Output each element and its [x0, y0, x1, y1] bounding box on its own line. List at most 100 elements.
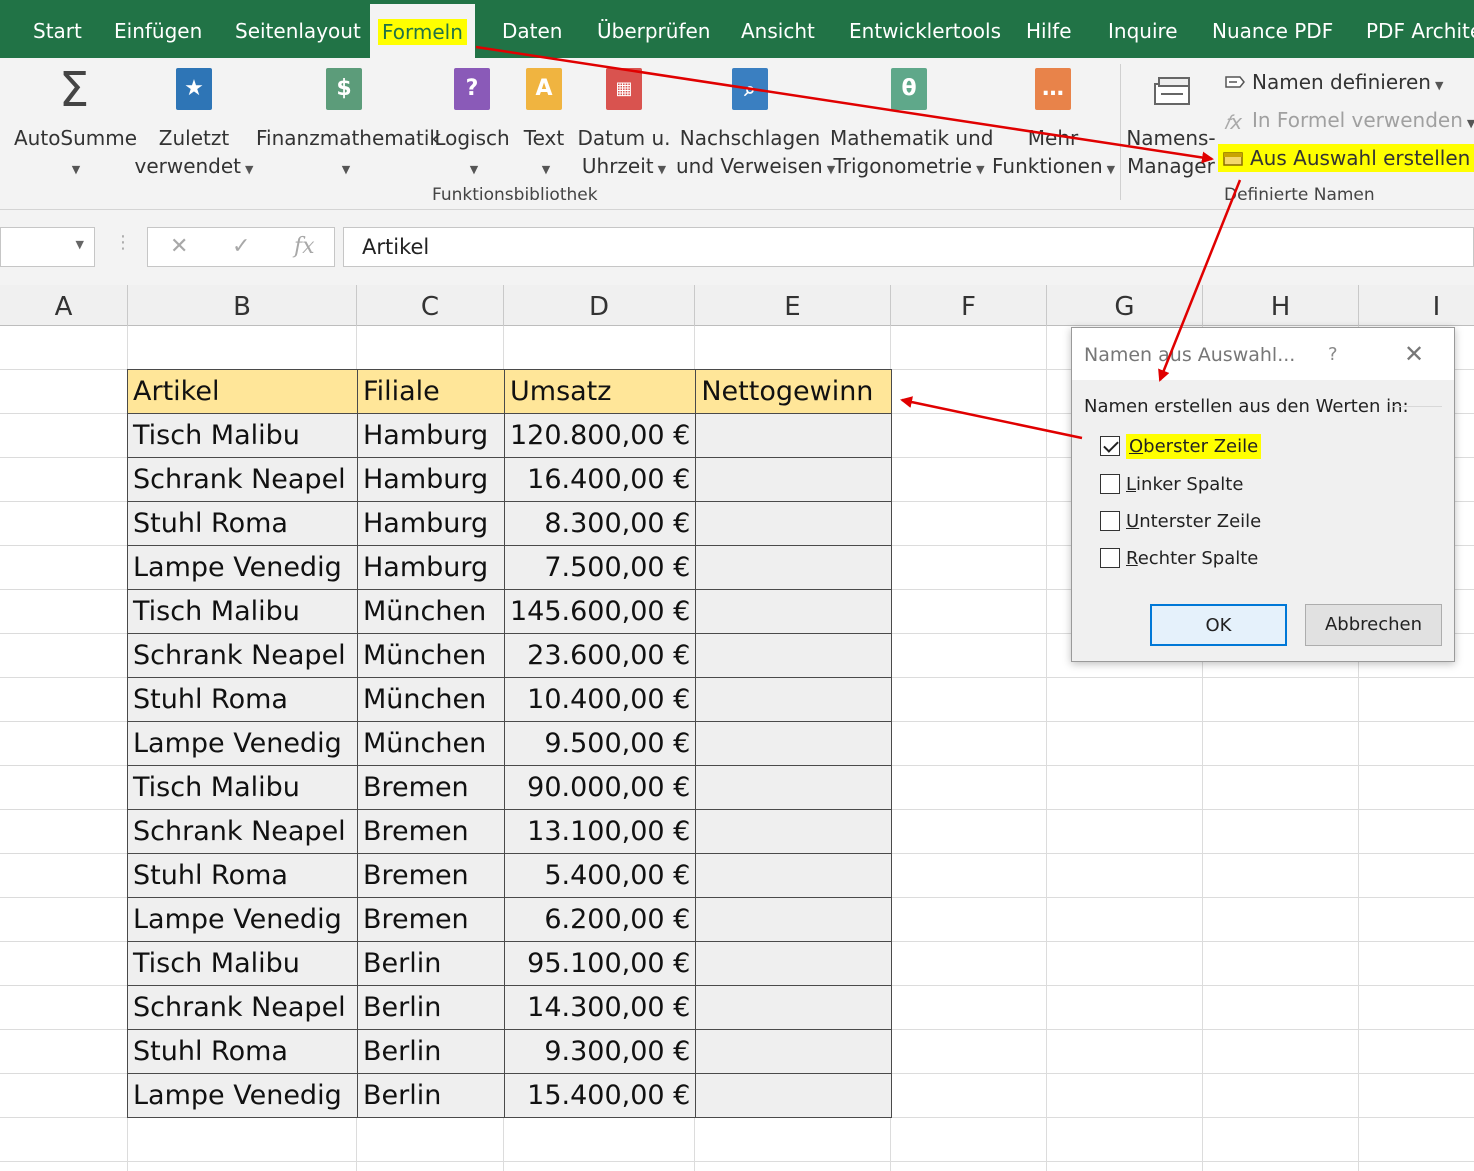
column-header-c[interactable]: C [357, 285, 504, 326]
cell-nettogewinn[interactable] [695, 853, 893, 898]
cell-umsatz[interactable]: 23.600,00 € [503, 633, 697, 678]
cell-nettogewinn[interactable] [695, 765, 893, 810]
namen-definieren-button[interactable]: Namen definieren ▼ [1224, 70, 1443, 94]
cell-filiale[interactable]: Hamburg [357, 545, 505, 590]
mehr-funktionen-button[interactable]: … Mehr Funktionen ▼ [992, 58, 1115, 188]
column-header-e[interactable]: E [695, 285, 891, 326]
cell-nettogewinn[interactable] [695, 721, 893, 766]
option-oberster-zeile[interactable]: Oberster Zeile [1100, 434, 1262, 459]
cell-umsatz[interactable]: 8.300,00 € [503, 501, 697, 546]
autosumme-button[interactable]: Σ AutoSumme ▼ [14, 58, 137, 188]
ok-button[interactable]: OK [1150, 604, 1287, 646]
cell-artikel[interactable]: Schrank Neapel [127, 457, 358, 502]
zuletzt-verwendet-button[interactable]: ★ Zuletzt verwendet ▼ [134, 58, 254, 188]
tab-einfuegen[interactable]: Einfügen [114, 0, 202, 58]
cell-artikel[interactable]: Tisch Malibu [127, 413, 358, 458]
cell-filiale[interactable]: Hamburg [357, 413, 505, 458]
option-unterster-zeile[interactable]: Unterster Zeile [1100, 511, 1261, 532]
cell-artikel[interactable]: Schrank Neapel [127, 985, 358, 1030]
cell-artikel[interactable]: Tisch Malibu [127, 941, 358, 986]
cell-nettogewinn[interactable] [695, 897, 893, 942]
enter-check-icon[interactable]: ✓ [232, 234, 250, 259]
cell-nettogewinn[interactable] [695, 985, 893, 1030]
cell-umsatz[interactable]: 13.100,00 € [503, 809, 697, 854]
cell-umsatz[interactable]: 16.400,00 € [503, 457, 697, 502]
text-button[interactable]: A Text ▼ [516, 58, 572, 188]
cell-artikel[interactable]: Tisch Malibu [127, 589, 358, 634]
tab-seitenlayout[interactable]: Seitenlayout [235, 0, 361, 58]
cell-artikel[interactable]: Lampe Venedig [127, 1073, 358, 1118]
finanzmathematik-button[interactable]: $ Finanzmathematik ▼ [256, 58, 441, 188]
cell-artikel[interactable]: Tisch Malibu [127, 765, 358, 810]
tab-hilfe[interactable]: Hilfe [1026, 0, 1072, 58]
cell-artikel[interactable]: Lampe Venedig [127, 721, 358, 766]
cell-artikel[interactable]: Stuhl Roma [127, 853, 358, 898]
header-cell-filiale[interactable]: Filiale [357, 369, 505, 414]
cell-umsatz[interactable]: 7.500,00 € [503, 545, 697, 590]
checkbox-oberster-zeile[interactable] [1100, 436, 1120, 456]
column-header-h[interactable]: H [1203, 285, 1359, 326]
cell-nettogewinn[interactable] [695, 1029, 893, 1074]
cell-filiale[interactable]: Bremen [357, 853, 505, 898]
cell-umsatz[interactable]: 10.400,00 € [503, 677, 697, 722]
cell-nettogewinn[interactable] [695, 1073, 893, 1118]
tab-ueberpruefen[interactable]: Überprüfen [597, 0, 710, 58]
help-icon[interactable]: ? [1328, 344, 1338, 365]
formula-input[interactable]: Artikel [343, 227, 1474, 267]
checkbox-rechter-spalte[interactable] [1100, 548, 1120, 568]
name-box[interactable]: ▼ [0, 227, 95, 267]
column-header-g[interactable]: G [1047, 285, 1203, 326]
cell-filiale[interactable]: Hamburg [357, 501, 505, 546]
cell-umsatz[interactable]: 90.000,00 € [503, 765, 697, 810]
cell-nettogewinn[interactable] [695, 457, 893, 502]
namens-manager-button[interactable]: Namens- Manager [1126, 58, 1216, 188]
option-linker-spalte[interactable]: Linker Spalte [1100, 474, 1243, 495]
insert-function-icon[interactable]: fx [294, 234, 315, 259]
cell-artikel[interactable]: Lampe Venedig [127, 545, 358, 590]
tab-start[interactable]: Start [33, 0, 82, 58]
cell-filiale[interactable]: Hamburg [357, 457, 505, 502]
cell-filiale[interactable]: Berlin [357, 1073, 505, 1118]
cell-filiale[interactable]: München [357, 677, 505, 722]
column-header-d[interactable]: D [504, 285, 695, 326]
tab-daten[interactable]: Daten [502, 0, 562, 58]
cell-umsatz[interactable]: 9.500,00 € [503, 721, 697, 766]
cell-nettogewinn[interactable] [695, 809, 893, 854]
cell-nettogewinn[interactable] [695, 413, 893, 458]
checkbox-linker-spalte[interactable] [1100, 474, 1120, 494]
tab-inquire[interactable]: Inquire [1108, 0, 1178, 58]
cell-filiale[interactable]: Bremen [357, 897, 505, 942]
nachschlagen-verweisen-button[interactable]: ⌕ Nachschlagen und Verweisen ▼ [676, 58, 835, 188]
cell-umsatz[interactable]: 14.300,00 € [503, 985, 697, 1030]
cell-artikel[interactable]: Schrank Neapel [127, 809, 358, 854]
cell-artikel[interactable]: Lampe Venedig [127, 897, 358, 942]
cell-filiale[interactable]: München [357, 589, 505, 634]
cell-artikel[interactable]: Stuhl Roma [127, 501, 358, 546]
cell-umsatz[interactable]: 95.100,00 € [503, 941, 697, 986]
cell-filiale[interactable]: Bremen [357, 765, 505, 810]
cell-artikel[interactable]: Stuhl Roma [127, 1029, 358, 1074]
cell-nettogewinn[interactable] [695, 941, 893, 986]
cell-umsatz[interactable]: 6.200,00 € [503, 897, 697, 942]
cell-umsatz[interactable]: 9.300,00 € [503, 1029, 697, 1074]
column-header-b[interactable]: B [128, 285, 357, 326]
chevron-down-icon[interactable]: ▼ [76, 238, 84, 251]
cancel-button[interactable]: Abbrechen [1305, 604, 1442, 646]
cell-nettogewinn[interactable] [695, 545, 893, 590]
cell-nettogewinn[interactable] [695, 677, 893, 722]
tab-nuance-pdf[interactable]: Nuance PDF [1212, 0, 1333, 58]
cell-umsatz[interactable]: 15.400,00 € [503, 1073, 697, 1118]
cell-filiale[interactable]: München [357, 721, 505, 766]
cell-nettogewinn[interactable] [695, 633, 893, 678]
cell-umsatz[interactable]: 145.600,00 € [503, 589, 697, 634]
cell-artikel[interactable]: Schrank Neapel [127, 633, 358, 678]
cancel-icon[interactable]: ✕ [170, 234, 188, 259]
header-cell-artikel[interactable]: Artikel [127, 369, 358, 414]
mathematik-trigonometrie-button[interactable]: θ Mathematik und Trigonometrie ▼ [830, 58, 993, 188]
cell-umsatz[interactable]: 120.800,00 € [503, 413, 697, 458]
cell-umsatz[interactable]: 5.400,00 € [503, 853, 697, 898]
datum-uhrzeit-button[interactable]: ▦ Datum u. Uhrzeit ▼ [576, 58, 672, 188]
logisch-button[interactable]: ? Logisch ▼ [434, 58, 510, 188]
cell-filiale[interactable]: Bremen [357, 809, 505, 854]
cell-nettogewinn[interactable] [695, 501, 893, 546]
